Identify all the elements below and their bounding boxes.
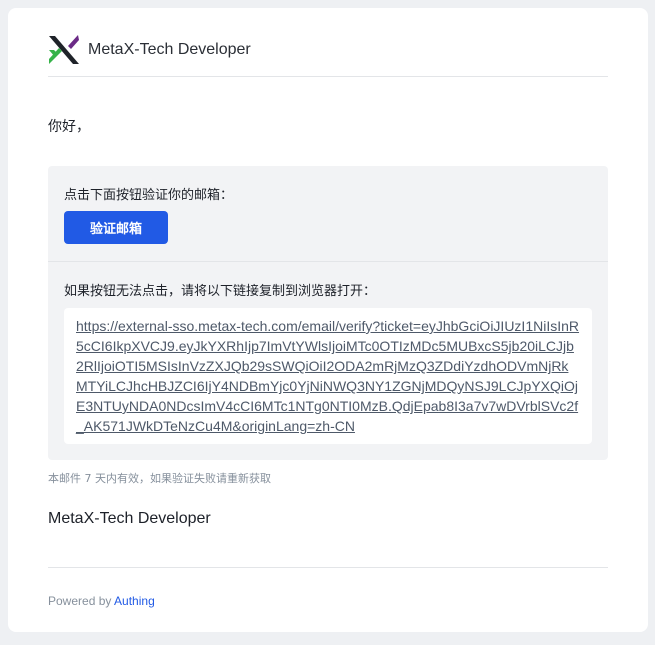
footer: Powered by Authing [48,594,155,608]
verify-panel: 点击下面按钮验证你的邮箱： 验证邮箱 如果按钮无法点击，请将以下链接复制到浏览器… [48,166,608,460]
verify-panel-top: 点击下面按钮验证你的邮箱： 验证邮箱 [48,166,608,262]
verify-link[interactable]: https://external-sso.metax-tech.com/emai… [76,316,580,436]
fallback-instruction: 如果按钮无法点击，请将以下链接复制到浏览器打开： [64,284,377,299]
powered-by-label: Powered by [48,594,115,608]
authing-link[interactable]: Authing [114,594,155,608]
greeting-text: 你好， [48,119,90,135]
metax-logo-icon [49,35,79,64]
signature: MetaX-Tech Developer [48,510,211,527]
verify-email-button[interactable]: 验证邮箱 [64,211,168,244]
verify-instruction: 点击下面按钮验证你的邮箱： [64,188,234,203]
brand-name: MetaX-Tech Developer [88,41,251,58]
validity-note: 本邮件 7 天内有效，如果验证失败请重新获取 [48,472,271,485]
email-header: MetaX-Tech Developer [48,24,608,77]
link-box: https://external-sso.metax-tech.com/emai… [64,308,592,444]
email-card: MetaX-Tech Developer 你好， 点击下面按钮验证你的邮箱： 验… [8,8,648,632]
footer-divider [48,567,608,568]
